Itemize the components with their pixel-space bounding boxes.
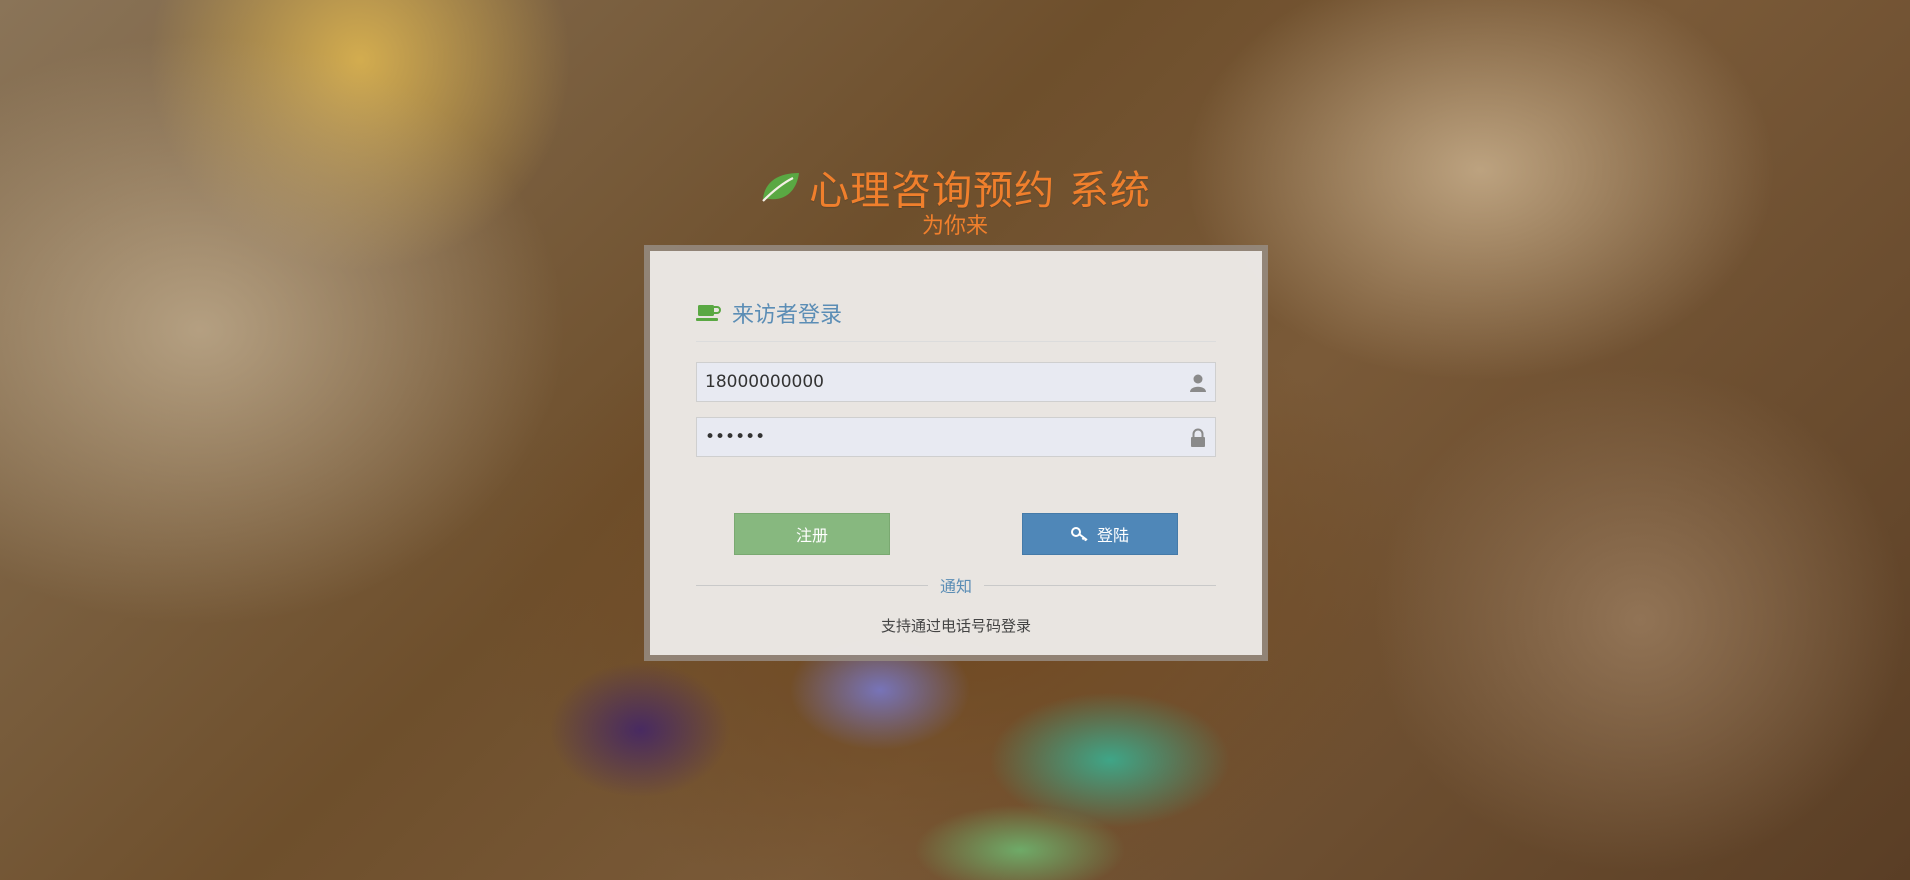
- notice-text: 支持通过电话号码登录: [880, 617, 1031, 635]
- login-panel-body: 来访者登录 注册 登陆: [650, 251, 1262, 655]
- user-icon: [1190, 374, 1206, 392]
- page-subtitle: 为你来: [921, 214, 988, 239]
- password-input[interactable]: [697, 418, 1215, 456]
- register-label: 注册: [795, 526, 828, 545]
- divider-line-right: [984, 584, 1217, 586]
- login-button[interactable]: 登陆: [1022, 513, 1178, 555]
- coffee-icon: [696, 305, 721, 321]
- notice-divider: 通知: [696, 573, 1217, 597]
- phone-input[interactable]: [697, 363, 1215, 401]
- password-field[interactable]: [696, 417, 1216, 457]
- page-header: 心理咨询预约 系统 为你来: [0, 158, 1910, 240]
- button-row: 注册 登陆: [696, 513, 1216, 555]
- notice-heading: 通知: [940, 577, 973, 596]
- leaf-icon: [762, 173, 800, 202]
- key-icon: [1070, 527, 1088, 542]
- login-panel: 来访者登录 注册 登陆: [644, 245, 1268, 661]
- login-heading: 来访者登录: [696, 297, 1216, 342]
- divider-line-left: [696, 584, 928, 586]
- login-label: 登陆: [1096, 526, 1129, 545]
- register-button[interactable]: 注册: [734, 513, 890, 555]
- lock-icon: [1191, 428, 1205, 447]
- phone-field[interactable]: [696, 362, 1216, 402]
- login-title: 来访者登录: [732, 303, 843, 328]
